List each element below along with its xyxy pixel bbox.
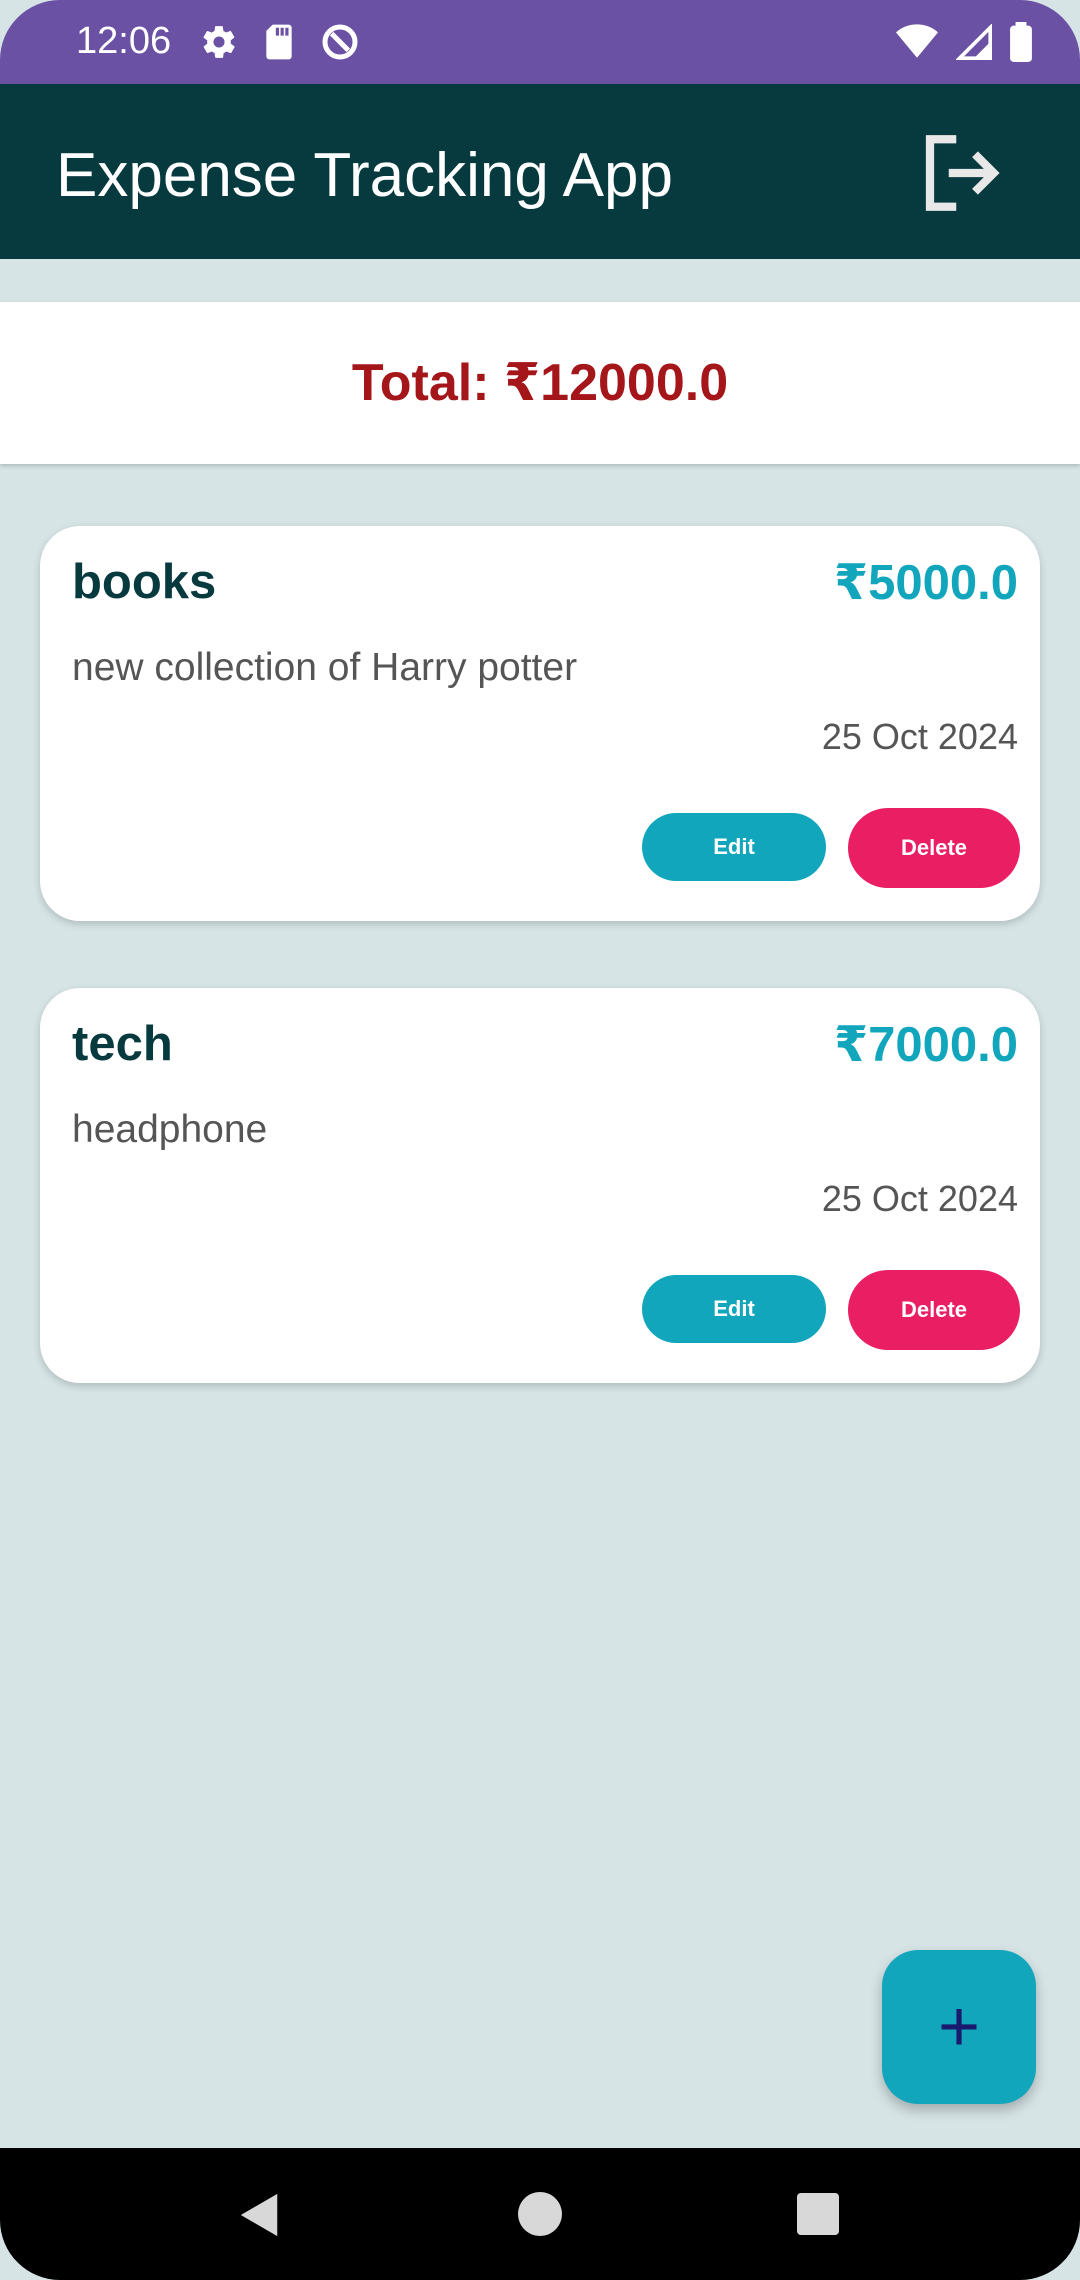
expense-card: books ₹5000.0 new collection of Harry po… (40, 526, 1040, 921)
expense-description: new collection of Harry potter (72, 646, 578, 689)
home-icon[interactable] (518, 2192, 562, 2236)
expense-title: books (72, 555, 217, 609)
expense-card: tech ₹7000.0 headphone 25 Oct 2024 Edit … (40, 988, 1040, 1383)
status-left-icons (200, 22, 360, 67)
delete-button[interactable]: Delete (848, 1270, 1020, 1350)
navigation-bar (0, 2148, 1080, 2280)
total-panel: Total: ₹12000.0 (0, 302, 1080, 464)
expense-title: tech (72, 1017, 173, 1071)
status-bar: 12:06 (0, 0, 1080, 84)
wifi-icon (896, 24, 938, 65)
data-saver-icon (320, 22, 360, 67)
expense-amount: ₹5000.0 (834, 556, 1018, 610)
delete-button[interactable]: Delete (848, 808, 1020, 888)
edit-button[interactable]: Edit (642, 1275, 826, 1343)
logout-button[interactable] (915, 128, 1005, 218)
expense-amount: ₹7000.0 (834, 1018, 1018, 1072)
expense-description: headphone (72, 1108, 268, 1151)
status-right-icons (896, 22, 1032, 67)
signal-icon (955, 23, 992, 65)
gear-icon (200, 23, 238, 66)
back-icon[interactable] (238, 2192, 282, 2243)
expense-date: 25 Oct 2024 (821, 1178, 1018, 1219)
logout-icon (925, 135, 1000, 211)
plus-icon: + (937, 1987, 981, 2067)
app-title: Expense Tracking App (56, 141, 673, 210)
total-amount: Total: ₹12000.0 (351, 354, 729, 412)
expense-date: 25 Oct 2024 (821, 716, 1018, 757)
edit-button[interactable]: Edit (642, 813, 826, 881)
recents-icon[interactable] (797, 2193, 839, 2235)
battery-icon (1010, 22, 1032, 67)
add-expense-button[interactable]: + (882, 1950, 1036, 2104)
status-time: 12:06 (76, 20, 172, 62)
sd-card-icon (262, 23, 296, 66)
